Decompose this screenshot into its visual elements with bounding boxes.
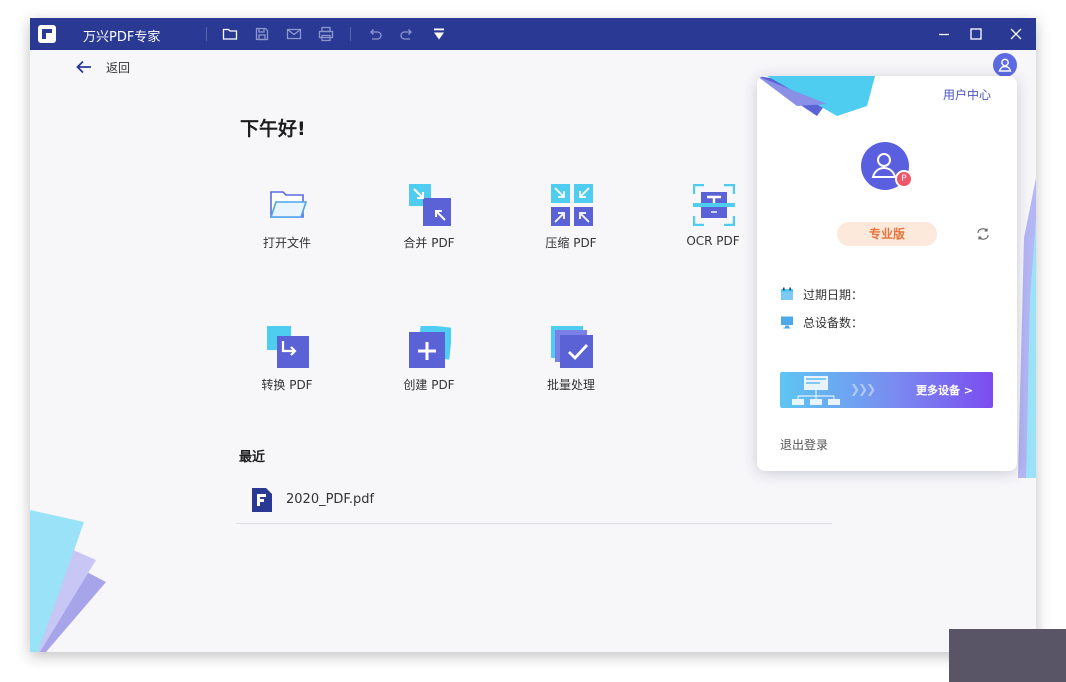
- tool-ocr-pdf[interactable]: OCR PDF: [663, 184, 763, 264]
- user-icon: [998, 58, 1012, 72]
- pdf-file-icon: [252, 488, 272, 512]
- devices-illustration-icon: [792, 376, 840, 405]
- logout-button[interactable]: 退出登录: [780, 436, 828, 453]
- monitor-icon: [781, 316, 793, 329]
- mail-icon[interactable]: [286, 26, 302, 42]
- recent-title: 最近: [239, 450, 266, 465]
- toolbar-divider: [350, 27, 351, 41]
- batch-process-icon: [551, 326, 593, 368]
- tool-label: 批量处理: [546, 378, 595, 392]
- refresh-icon[interactable]: [975, 227, 991, 241]
- banner-arrows: ❯❯❯: [850, 382, 876, 396]
- save-icon[interactable]: [254, 26, 270, 42]
- open-folder-icon: [269, 191, 308, 218]
- tool-label: 打开文件: [262, 236, 311, 250]
- redo-icon[interactable]: [399, 26, 415, 42]
- user-account-button[interactable]: [993, 53, 1017, 77]
- decorative-shapes: [30, 510, 106, 652]
- minimize-icon[interactable]: [936, 26, 952, 42]
- back-button[interactable]: 返回: [76, 58, 130, 76]
- title-bar: 万兴PDF专家: [30, 18, 1036, 50]
- file-name: 2020_PDF.pdf: [286, 492, 375, 507]
- recent-file-row[interactable]: 2020_PDF.pdf: [236, 478, 832, 524]
- devices-label: 总设备数：: [803, 315, 864, 330]
- tool-compress-pdf[interactable]: 压缩 PDF: [521, 184, 621, 264]
- tool-label: 转换 PDF: [261, 378, 313, 392]
- ocr-pdf-icon: [693, 184, 735, 226]
- merge-pdf-icon: [409, 184, 451, 226]
- tool-label: 合并 PDF: [403, 236, 455, 250]
- preview-thumbnail: [949, 629, 1066, 682]
- tool-merge-pdf[interactable]: 合并 PDF: [379, 184, 479, 264]
- close-icon[interactable]: [1008, 26, 1024, 42]
- folder-icon[interactable]: [222, 26, 238, 42]
- pro-mark-badge: P: [895, 170, 913, 188]
- greeting: 下午好!: [240, 118, 306, 140]
- toolbar-divider: [206, 27, 207, 41]
- tool-batch-process[interactable]: 批量处理: [521, 326, 621, 406]
- app-title: 万兴PDF专家: [83, 30, 161, 45]
- tool-label: 压缩 PDF: [545, 236, 597, 250]
- arrow-left-icon: [76, 60, 91, 74]
- more-devices-label: 更多设备 >: [915, 384, 973, 397]
- expiry-date-row: 过期日期：: [780, 286, 863, 302]
- user-center-link[interactable]: 用户中心: [943, 86, 991, 103]
- app-logo-icon: [38, 25, 56, 43]
- tool-label: OCR PDF: [686, 234, 740, 248]
- more-devices-banner[interactable]: ❯❯❯ 更多设备 >: [780, 372, 993, 408]
- expiry-label: 过期日期：: [803, 287, 864, 302]
- user-popup: 用户中心 P 专业版 过期日期： 总设备数： ❯❯❯ 更多设备 > 退出登录: [757, 76, 1017, 471]
- plan-badge: 专业版: [837, 222, 937, 246]
- create-pdf-icon: [409, 326, 451, 368]
- dropdown-icon[interactable]: [431, 26, 447, 42]
- maximize-icon[interactable]: [968, 26, 984, 42]
- calendar-icon: [781, 287, 793, 300]
- print-icon[interactable]: [318, 26, 334, 42]
- tool-create-pdf[interactable]: 创建 PDF: [379, 326, 479, 406]
- tool-label: 创建 PDF: [403, 378, 455, 392]
- convert-pdf-icon: [267, 326, 309, 368]
- back-label: 返回: [106, 60, 131, 75]
- compress-pdf-icon: [551, 184, 593, 226]
- undo-icon[interactable]: [367, 26, 383, 42]
- paper-plane-decoration: [757, 76, 875, 116]
- device-count-row: 总设备数：: [780, 314, 863, 330]
- tool-open-file[interactable]: 打开文件: [237, 184, 337, 264]
- tool-convert-pdf[interactable]: 转换 PDF: [237, 326, 337, 406]
